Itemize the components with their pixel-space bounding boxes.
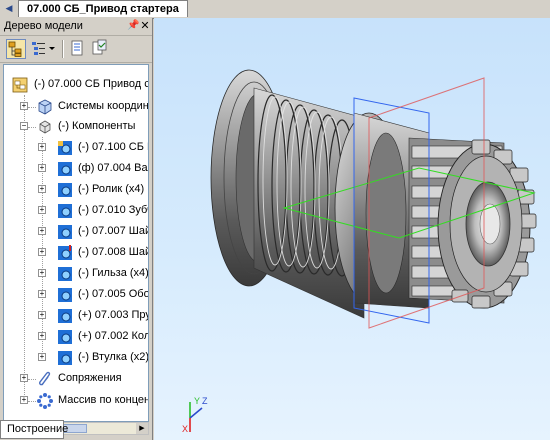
paperclip-icon <box>36 370 54 388</box>
panel-title-bar: Дерево модели 📌 ✕ <box>0 18 152 36</box>
tree-item-coordinate-systems[interactable]: + Системы координат <box>4 97 149 117</box>
circular-pattern-icon <box>36 392 54 410</box>
part-icon <box>56 349 74 367</box>
expand-icon[interactable]: + <box>38 353 46 361</box>
part-icon <box>56 307 74 325</box>
expand-icon[interactable]: + <box>38 311 46 319</box>
part-icon <box>56 181 74 199</box>
tree-line <box>28 379 36 380</box>
tree-item-component[interactable]: + (-) 07.005 Обойма <box>4 285 149 305</box>
document-tab[interactable]: 07.000 СБ_Привод стартера <box>18 0 188 17</box>
tree-item-label: (-) 07.000 СБ Привод стартера <box>34 78 148 90</box>
scroll-right-arrow-icon[interactable]: ▶ <box>136 423 148 434</box>
document-tab-strip: ◀ 07.000 СБ_Привод стартера <box>0 0 550 19</box>
part-icon <box>56 202 74 220</box>
expand-icon[interactable]: + <box>20 396 28 404</box>
tree-item-mates[interactable]: + Сопряжения <box>4 369 148 389</box>
tree-item-component[interactable]: + (-) Втулка (x2) <box>4 348 149 368</box>
part-icon <box>56 139 74 157</box>
3d-viewport[interactable]: Y Z X <box>154 18 550 440</box>
tree-item-label: (-) 07.005 Обойма <box>78 288 149 300</box>
tree-toolbar <box>0 36 152 63</box>
tree-item-components[interactable]: − (-) Компоненты <box>4 117 148 137</box>
assembly-icon <box>12 76 30 94</box>
tree-item-label: (+) 07.002 Кольцо <box>78 330 149 342</box>
part-icon <box>56 286 74 304</box>
tree-item-root[interactable]: (-) 07.000 СБ Привод стартера <box>4 75 148 95</box>
part-icon <box>56 328 74 346</box>
expand-icon[interactable]: + <box>38 206 46 214</box>
tree-export-button[interactable] <box>90 39 110 59</box>
tree-item-component[interactable]: + (-) Ролик (x4) <box>4 180 148 200</box>
tree-item-label: (-) Компоненты <box>58 120 136 132</box>
tree-line <box>28 107 36 108</box>
part-icon <box>56 160 74 178</box>
model-tree[interactable]: (-) 07.000 СБ Привод стартера + Системы … <box>3 64 149 422</box>
axis-y-label: Y <box>194 396 200 406</box>
tree-item-component[interactable]: + (-) 07.008 Шайба р <box>4 243 148 263</box>
tree-item-label: (+) 07.003 Пружина <box>78 309 148 321</box>
collapse-icon[interactable]: − <box>20 122 28 130</box>
coordinate-system-icon <box>36 98 54 116</box>
part-icon <box>56 265 74 283</box>
tree-line <box>28 401 36 402</box>
tree-item-component[interactable]: + (-) 07.007 Шайба <box>4 222 148 242</box>
model-render: Y Z X <box>182 69 537 434</box>
tree-item-label: Системы координат <box>58 100 149 112</box>
pinion-gear <box>408 137 537 309</box>
tree-item-label: (-) 07.010 Зубчатое <box>78 204 148 216</box>
expand-icon[interactable]: + <box>20 374 28 382</box>
tab-construction[interactable]: Построение <box>0 420 68 439</box>
expand-icon[interactable]: + <box>20 102 28 110</box>
tree-item-label: (-) Втулка (x2) <box>78 351 149 363</box>
tree-item-label: Сопряжения <box>58 372 122 384</box>
axis-x-label: X <box>182 424 188 434</box>
tree-line <box>28 127 36 128</box>
model-tree-panel: Дерево модели 📌 ✕ (-) 07.000 СБ Привод +… <box>0 18 153 440</box>
tab-scroll-left-icon[interactable]: ◀ <box>2 1 16 16</box>
tree-item-label: (-) Ролик (x4) <box>78 183 145 195</box>
expand-icon[interactable]: + <box>38 332 46 340</box>
tree-item-component[interactable]: + (+) 07.002 Кольцо <box>4 327 149 347</box>
close-icon[interactable]: ✕ <box>139 19 151 33</box>
components-icon <box>36 118 54 136</box>
expand-icon[interactable]: + <box>38 248 46 256</box>
document-check-icon <box>92 39 107 55</box>
tree-item-component[interactable]: + (+) 07.003 Пружина <box>4 306 148 326</box>
expand-icon[interactable]: + <box>38 227 46 235</box>
properties-button[interactable] <box>68 39 88 59</box>
tree-item-label: Массив по концентрической сетке <box>58 394 148 406</box>
part-icon <box>56 223 74 241</box>
tree-structure-icon <box>8 41 22 57</box>
part-icon <box>56 244 74 262</box>
axis-triad: Y Z X <box>182 396 208 434</box>
tree-item-label: (-) 07.008 Шайба р <box>78 246 148 258</box>
expand-icon[interactable]: + <box>38 290 46 298</box>
pin-icon[interactable]: 📌 <box>127 19 139 33</box>
tree-structure-button[interactable] <box>6 39 26 59</box>
expand-icon[interactable]: + <box>38 185 46 193</box>
tree-item-component[interactable]: + (-) Гильза (x4) <box>4 264 149 284</box>
expand-icon[interactable]: + <box>38 143 46 151</box>
tree-item-label: (-) Гильза (x4) <box>78 267 149 279</box>
panel-title: Дерево модели <box>4 20 83 32</box>
tree-item-label: (ф) 07.004 Вал(мут) <box>78 162 148 174</box>
tree-list-icon <box>32 42 55 55</box>
tree-item-label: (-) 07.100 СБ Муфта <box>78 141 148 153</box>
toolbar-separator <box>62 40 64 58</box>
tree-item-label: (-) 07.007 Шайба <box>78 225 148 237</box>
tree-item-pattern[interactable]: + Массив по концентрической сетке <box>4 391 148 411</box>
document-list-icon <box>71 40 83 56</box>
expand-icon[interactable]: + <box>38 269 46 277</box>
tree-item-component[interactable]: + (ф) 07.004 Вал(мут) <box>4 159 148 179</box>
expand-icon[interactable]: + <box>38 164 46 172</box>
tree-item-component[interactable]: + (-) 07.100 СБ Муфта <box>4 138 148 158</box>
tree-item-component[interactable]: + (-) 07.010 Зубчатое <box>4 201 148 221</box>
axis-z-label: Z <box>202 396 208 406</box>
tree-view-dropdown-button[interactable] <box>30 39 58 59</box>
